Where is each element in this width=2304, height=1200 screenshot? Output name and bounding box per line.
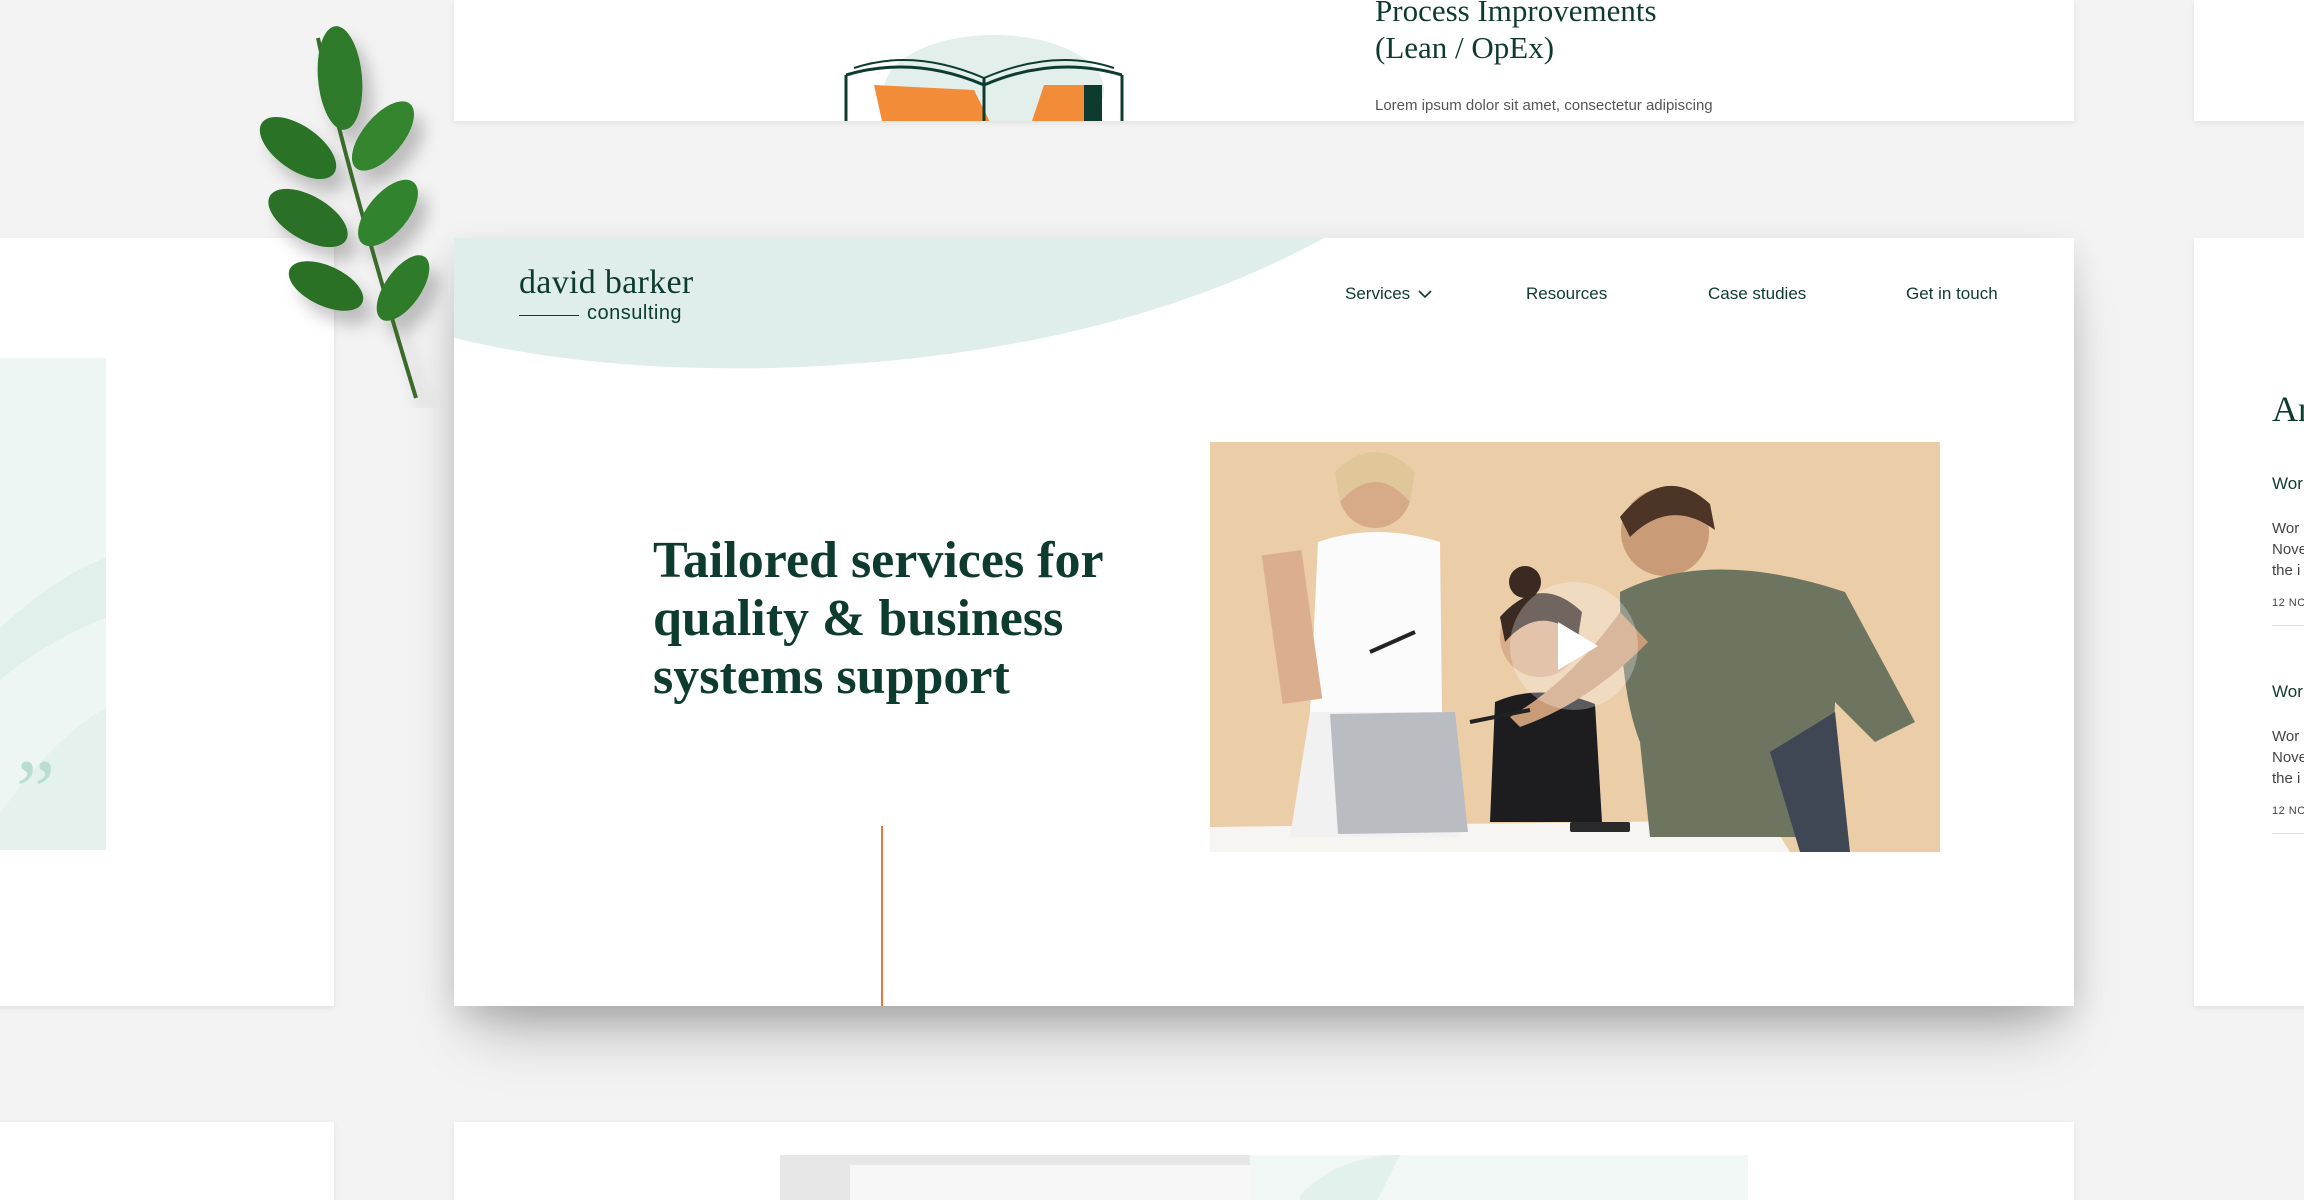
header-wave-shape: [454, 238, 1324, 369]
process-title: Process Improvements (Lean / OpEx): [1375, 0, 1657, 66]
nav-case-studies[interactable]: Case studies: [1708, 284, 1806, 304]
logo-bar: [519, 315, 579, 316]
logo-sub: consulting: [519, 302, 693, 325]
logo-sub-text: consulting: [587, 302, 683, 324]
leaf-icon: [259, 26, 430, 399]
nav-services-label: Services: [1345, 284, 1411, 303]
bottom-card-image: [780, 1155, 1748, 1200]
process-body-text: Lorem ipsum dolor sit amet, consectetur …: [1375, 97, 1713, 114]
articles-card: Ar Wor Wor Nove the i 12 NO Wor Wor Nove…: [2194, 238, 2304, 1006]
article-title[interactable]: Wor: [2272, 682, 2304, 702]
quote-panel: ”: [0, 358, 106, 850]
process-title-line2: (Lean / OpEx): [1375, 30, 1555, 65]
article-excerpt: Wor Nove the i: [2272, 728, 2304, 787]
nav-resources[interactable]: Resources: [1526, 284, 1607, 304]
bottom-main-card: [454, 1122, 2074, 1200]
bottom-left-card: [0, 1122, 334, 1200]
process-improvements-card: Process Improvements (Lean / OpEx) Lorem…: [454, 0, 2074, 121]
accent-line: [881, 826, 883, 1006]
bottom-card-illustration: [780, 1155, 1748, 1200]
book-icon: [844, 35, 1124, 121]
article-title[interactable]: Wor: [2272, 474, 2304, 494]
logo[interactable]: david barker consulting: [519, 264, 693, 325]
article-item[interactable]: Wor Wor Nove the i 12 NO: [2272, 474, 2304, 626]
chevron-down-icon: [1418, 290, 1432, 299]
article-date: 12 NO: [2272, 805, 2304, 817]
article-excerpt: Wor Nove the i: [2272, 520, 2304, 579]
homepage-hero-card: david barker consulting Services Resourc…: [454, 238, 2074, 1006]
divider: [2272, 625, 2304, 626]
quote-mark: ”: [16, 743, 56, 840]
divider: [2272, 833, 2304, 834]
play-button[interactable]: [1510, 582, 1638, 710]
article-item[interactable]: Wor Wor Nove the i 12 NO: [2272, 682, 2304, 834]
nav-services[interactable]: Services: [1345, 284, 1432, 304]
logo-name: david barker: [519, 264, 694, 301]
article-date: 12 NO: [2272, 597, 2304, 609]
right-top-card: [2194, 0, 2304, 121]
nav-get-in-touch[interactable]: Get in touch: [1906, 284, 1998, 304]
play-icon: [1558, 622, 1598, 670]
hero-title: Tailored services for quality & business…: [653, 532, 1103, 705]
hero-video[interactable]: [1210, 442, 1940, 852]
process-title-line1: Process Improvements: [1375, 0, 1657, 28]
articles-heading: Ar: [2272, 389, 2304, 429]
